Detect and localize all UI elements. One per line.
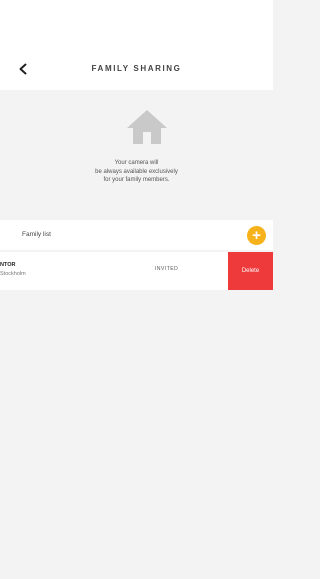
top-bar (0, 0, 273, 90)
info-line: Your camera will (114, 160, 159, 166)
member-subtitle: Stockholm (0, 271, 26, 277)
empty-area (0, 290, 273, 579)
add-member-button[interactable]: + (247, 226, 266, 245)
plus-icon: + (252, 227, 261, 244)
page-title: FAMILY SHARING (91, 64, 182, 73)
delete-label: Delete (241, 268, 260, 274)
house-icon (125, 108, 169, 146)
delete-button[interactable]: Delete (228, 252, 273, 290)
family-list-label: Family list (22, 231, 51, 238)
info-line: for your family members. (103, 177, 170, 183)
info-text: Your camera will be always available exc… (0, 159, 273, 185)
info-line: be always available exclusively (95, 168, 178, 175)
member-name: NTOR (0, 262, 16, 268)
status-badge: INVITED (155, 266, 179, 272)
